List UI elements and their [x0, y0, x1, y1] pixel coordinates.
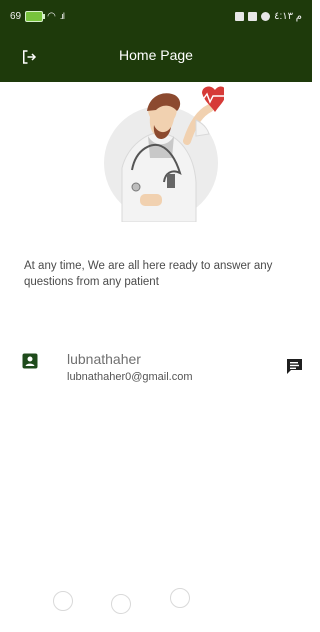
status-right: م ٤:١٣ — [235, 11, 302, 22]
video-icon — [235, 11, 245, 21]
username: lubnathaher — [67, 351, 141, 367]
pager-dots — [0, 584, 312, 624]
navigation-icon — [261, 11, 271, 21]
battery-icon — [25, 10, 46, 22]
wifi-icon: ◠ — [47, 10, 56, 22]
pager-dot[interactable] — [111, 594, 131, 614]
pager-dot[interactable] — [53, 591, 73, 611]
square-icon — [248, 11, 258, 21]
chat-icon[interactable] — [286, 358, 303, 375]
signal-icon: .ıl — [59, 11, 65, 21]
status-right-text: م ٤:١٣ — [274, 10, 302, 22]
doctor-illustration — [98, 84, 227, 223]
user-email: lubnathaher0@gmail.com — [67, 371, 193, 383]
app-bar: Home Page — [0, 32, 312, 82]
status-bar: 69 ◠ .ıl م ٤:١٣ — [0, 0, 312, 32]
status-left-text: 69 — [10, 10, 22, 22]
page-title: Home Page — [119, 47, 193, 63]
user-list-item: lubnathaher lubnathaher0@gmail.com — [0, 347, 312, 391]
welcome-message: At any time, We are all here ready to an… — [24, 260, 273, 288]
status-left: 69 ◠ .ıl — [10, 10, 65, 22]
pager-dot[interactable] — [170, 588, 190, 608]
contact-icon — [22, 353, 38, 369]
